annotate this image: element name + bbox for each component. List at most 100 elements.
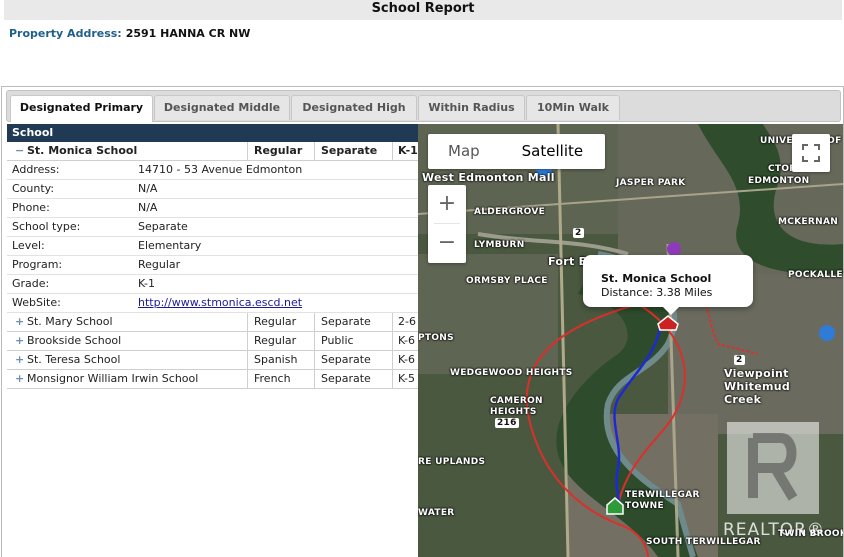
table-row[interactable]: + St. Teresa School Spanish Separate K-6 (7, 351, 418, 370)
detail-label: School type: (12, 220, 81, 233)
detail-value: K-1 (138, 277, 156, 290)
school-name: St. Teresa School (27, 353, 121, 366)
school-table-header: School (7, 124, 418, 142)
school-name: Brookside School (27, 334, 122, 347)
column-divider (392, 313, 393, 331)
school-grade: K-1 (398, 144, 418, 157)
school-name: St. Mary School (27, 315, 113, 328)
school-table: School − St. Monica School Regular Separ… (7, 124, 418, 557)
route-shield: 2 (734, 355, 745, 365)
detail-row-level: Level: Elementary (7, 237, 418, 256)
column-divider (392, 332, 393, 350)
satellite-map[interactable]: West Edmonton Mall JASPER PARK UNIVERSIT… (418, 124, 843, 557)
zoom-control: + − (428, 185, 466, 263)
map-label: CAMERON HEIGHTS (490, 396, 543, 417)
expand-toggle-icon[interactable]: + (15, 370, 24, 388)
detail-row-address: Address: 14710 - 53 Avenue Edmonton (7, 161, 418, 180)
zoom-out-button[interactable]: − (428, 224, 466, 262)
column-divider (392, 142, 393, 160)
detail-value: N/A (138, 201, 158, 214)
detail-row-school-type: School type: Separate (7, 218, 418, 237)
school-type: Public (321, 334, 354, 347)
table-row[interactable]: + Brookside School Regular Public K-6 (7, 332, 418, 351)
table-row[interactable]: + St. Mary School Regular Separate 2-6 (7, 313, 418, 332)
collapse-toggle-icon[interactable]: − (15, 142, 24, 160)
map-label: MCKERNAN (778, 217, 839, 227)
map-label: POCKALLEY (788, 270, 843, 280)
school-grade: K-6 (398, 353, 416, 366)
column-divider (247, 313, 248, 331)
detail-label: County: (12, 182, 55, 195)
fullscreen-button[interactable] (792, 134, 830, 172)
detail-label: Level: (12, 239, 45, 252)
detail-value: Separate (138, 220, 188, 233)
map-label: West Edmonton Mall (422, 171, 555, 184)
route-shield: 2 (573, 228, 584, 238)
map-label: ORMSBY PLACE (466, 276, 548, 286)
map-type-map-button[interactable]: Map (428, 134, 502, 169)
map-type-satellite-button[interactable]: Satellite (502, 134, 605, 169)
school-name: Monsignor William Irwin School (27, 372, 199, 385)
tab-designated-high[interactable]: Designated High (291, 95, 417, 120)
school-grade: 2-6 (398, 315, 416, 328)
detail-value: Elementary (138, 239, 202, 252)
map-label: Viewpoint Whitemud Creek (724, 367, 791, 406)
tab-within-radius[interactable]: Within Radius (418, 95, 525, 120)
map-label: LYMBURN (474, 240, 525, 250)
map-label: Fort E (548, 255, 587, 268)
detail-value: N/A (138, 182, 158, 195)
detail-row-program: Program: Regular (7, 256, 418, 275)
school-grade: K-5 (398, 372, 416, 385)
tab-designated-primary[interactable]: Designated Primary (10, 95, 153, 122)
popup-distance: Distance: 3.38 Miles (601, 286, 713, 299)
detail-row-website: WebSite: http://www.stmonica.escd.net (7, 294, 418, 313)
detail-value: Regular (138, 258, 181, 271)
tab-10min-walk[interactable]: 10Min Walk (526, 95, 620, 120)
school-type: Separate (321, 372, 371, 385)
detail-label: Program: (12, 258, 63, 271)
website-link[interactable]: http://www.stmonica.escd.net (138, 294, 302, 312)
column-divider (392, 351, 393, 369)
school-name: St. Monica School (27, 144, 138, 157)
detail-label: WebSite: (12, 296, 61, 309)
detail-row-grade: Grade: K-1 (7, 275, 418, 294)
expand-toggle-icon[interactable]: + (15, 313, 24, 331)
map-type-control: Map Satellite (428, 134, 606, 169)
school-marker-icon[interactable] (656, 314, 680, 332)
column-divider (314, 313, 315, 331)
poi-marker (667, 242, 681, 256)
school-program: Regular (254, 315, 297, 328)
table-row-expanded[interactable]: − St. Monica School Regular Separate K-1 (7, 142, 418, 161)
property-address: Property Address: 2591 HANNA CR NW (9, 27, 250, 40)
report-panel: Designated Primary Designated Middle Des… (1, 86, 844, 557)
realtor-watermark-text: REALTOR® (723, 520, 825, 540)
column-divider (314, 351, 315, 369)
detail-label: Phone: (12, 201, 50, 214)
column-divider (247, 332, 248, 350)
column-divider (247, 351, 248, 369)
property-address-value: 2591 HANNA CR NW (125, 27, 251, 40)
school-program: Regular (254, 144, 303, 157)
tab-strip: Designated Primary Designated Middle Des… (6, 90, 841, 122)
detail-value: 14710 - 53 Avenue Edmonton (138, 163, 303, 176)
column-divider (314, 332, 315, 350)
column-divider (314, 370, 315, 388)
column-divider (247, 370, 248, 388)
map-label: PTONS (418, 333, 454, 343)
school-grade: K-6 (398, 334, 416, 347)
detail-label: Grade: (12, 277, 50, 290)
route-shield: 216 (495, 418, 519, 428)
fullscreen-icon (802, 144, 820, 162)
tab-designated-middle[interactable]: Designated Middle (154, 95, 290, 120)
detail-row-phone: Phone: N/A (7, 199, 418, 218)
home-marker-icon[interactable] (605, 496, 625, 516)
realtor-watermark: REALTOR® (723, 418, 824, 540)
school-program: French (254, 372, 291, 385)
expand-toggle-icon[interactable]: + (15, 351, 24, 369)
column-divider (314, 142, 315, 160)
expand-toggle-icon[interactable]: + (15, 332, 24, 350)
table-row[interactable]: + Monsignor William Irwin School French … (7, 370, 418, 389)
school-type: Separate (321, 315, 371, 328)
zoom-in-button[interactable]: + (428, 185, 466, 223)
report-title: School Report (4, 0, 842, 20)
